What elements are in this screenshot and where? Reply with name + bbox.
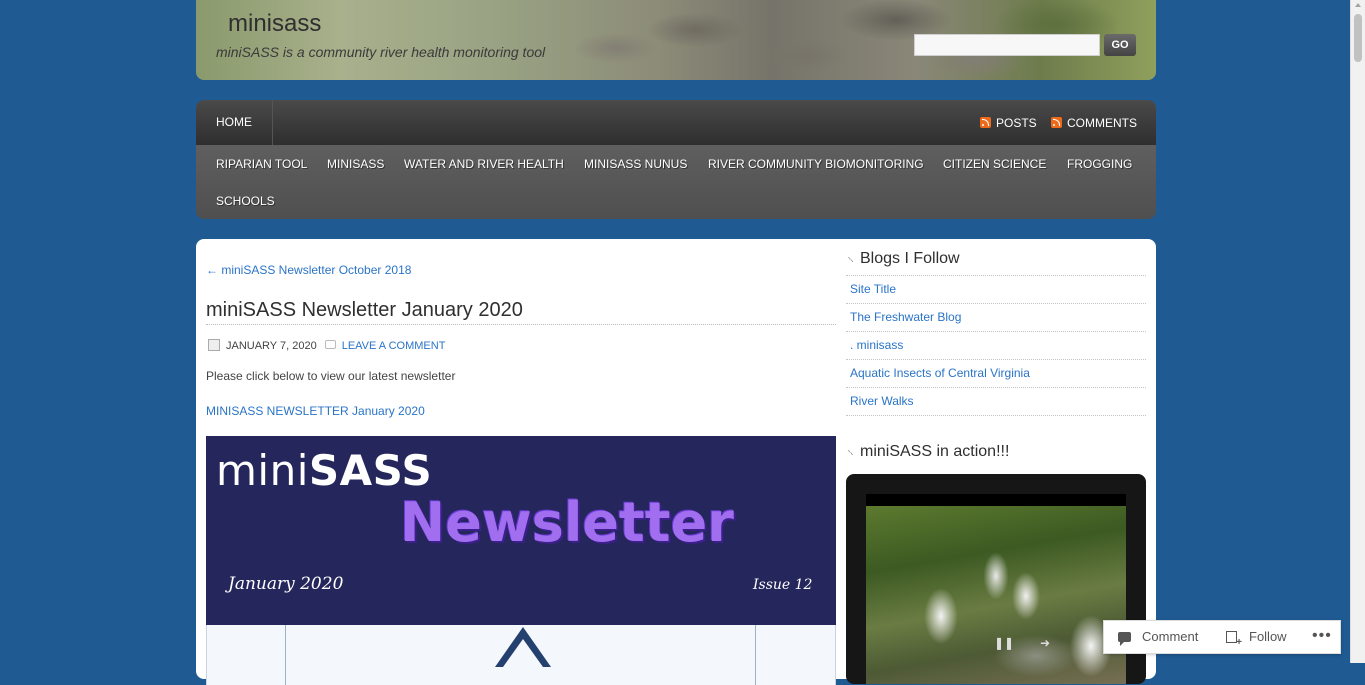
post-title: miniSASS Newsletter January 2020: [206, 299, 523, 321]
category-citizen-science[interactable]: CITIZEN SCIENCE: [943, 157, 1046, 171]
newsletter-cover-image[interactable]: miniSASS Newsletter January 2020 Issue 1…: [206, 436, 836, 625]
newsletter-column-line: [285, 625, 286, 685]
newsletter-logo-mini: mini: [216, 446, 309, 495]
post-date: JANUARY 7, 2020: [226, 340, 317, 352]
calendar-icon: [208, 339, 220, 351]
category-minisass[interactable]: MINISASS: [327, 157, 384, 171]
floating-action-bar: Comment Follow •••: [1103, 620, 1341, 654]
posts-feed-link[interactable]: POSTS: [980, 116, 1037, 130]
leave-comment-link[interactable]: LEAVE A COMMENT: [342, 340, 446, 352]
newsletter-link[interactable]: MINISASS NEWSLETTER January 2020: [206, 404, 425, 418]
category-riparian-tool[interactable]: RIPARIAN TOOL: [216, 157, 307, 171]
newsletter-date: January 2020: [228, 574, 344, 594]
scroll-up-arrow-icon[interactable]: [1355, 3, 1361, 7]
comment-button[interactable]: Comment: [1118, 629, 1199, 646]
title-divider: [206, 324, 836, 325]
comments-feed-label: COMMENTS: [1067, 116, 1137, 130]
category-minisass-nunus[interactable]: MINISASS NUNUS: [584, 157, 687, 171]
blog-item-site-title[interactable]: Site Title: [846, 275, 1146, 303]
site-title[interactable]: minisass: [228, 10, 321, 38]
category-frogging[interactable]: FROGGING: [1067, 157, 1132, 171]
blogs-list: Site Title The Freshwater Blog . minisas…: [846, 275, 1146, 416]
blog-item-aquatic-insects[interactable]: Aquatic Insects of Central Virginia: [846, 359, 1146, 387]
search-go-button[interactable]: GO: [1104, 34, 1136, 56]
video-thumbnail: [866, 506, 1126, 684]
widget-bullet-icon: [848, 450, 853, 455]
widget-bullet-icon: [848, 257, 853, 262]
share-icon[interactable]: ➜: [1040, 636, 1050, 650]
main-navigation: HOME POSTS COMMENTS RIPARIAN TOOL MINISA…: [196, 100, 1156, 219]
search-input[interactable]: [914, 34, 1100, 56]
content-panel: ← miniSASS Newsletter October 2018 miniS…: [196, 239, 1156, 685]
video-widget: ❚❚ ➜: [846, 474, 1146, 684]
newsletter-issue: Issue 12: [753, 577, 813, 593]
site-description: miniSASS is a community river health mon…: [216, 44, 546, 60]
nav-home[interactable]: HOME: [196, 100, 273, 145]
nav-top-bar: HOME POSTS COMMENTS: [196, 100, 1156, 145]
newsletter-word: Newsletter: [400, 491, 734, 554]
category-schools[interactable]: SCHOOLS: [216, 194, 275, 208]
post-meta: JANUARY 7, 2020 LEAVE A COMMENT: [208, 339, 445, 353]
category-river-community-biomonitoring[interactable]: RIVER COMMUNITY BIOMONITORING: [708, 157, 924, 171]
newsletter-logo-sass: SASS: [308, 446, 433, 495]
posts-feed-label: POSTS: [996, 116, 1037, 130]
more-options-icon[interactable]: •••: [1312, 627, 1332, 645]
rss-icon: [980, 117, 991, 128]
blogs-widget-title: Blogs I Follow: [860, 250, 960, 267]
video-player[interactable]: ❚❚ ➜: [866, 494, 1126, 684]
site-header: minisass miniSASS is a community river h…: [196, 0, 1156, 80]
category-menu: RIPARIAN TOOL MINISASS WATER AND RIVER H…: [196, 145, 1156, 219]
comments-feed-link[interactable]: COMMENTS: [1051, 116, 1137, 130]
video-widget-title: miniSASS in action!!!: [860, 443, 1010, 460]
page-scrollbar[interactable]: [1350, 0, 1365, 663]
blog-item-freshwater-blog[interactable]: The Freshwater Blog: [846, 303, 1146, 331]
follow-button[interactable]: Follow: [1226, 629, 1287, 648]
comment-icon: [1118, 632, 1131, 646]
scrollbar-thumb[interactable]: [1354, 14, 1362, 62]
blog-item-minisass[interactable]: . minisass: [846, 331, 1146, 359]
comment-button-label: Comment: [1142, 629, 1199, 644]
post-intro: Please click below to view our latest ne…: [206, 369, 456, 383]
newsletter-image-lower: [206, 625, 836, 685]
pause-icon[interactable]: ❚❚: [994, 636, 1014, 650]
previous-post-link[interactable]: ← miniSASS Newsletter October 2018: [206, 263, 411, 277]
category-water-river-health[interactable]: WATER AND RIVER HEALTH: [404, 157, 564, 171]
follow-icon: [1226, 631, 1242, 648]
follow-button-label: Follow: [1249, 629, 1287, 644]
blog-item-river-walks[interactable]: River Walks: [846, 387, 1146, 416]
newsletter-column-line: [755, 625, 756, 685]
rss-icon: [1051, 117, 1062, 128]
newsletter-logo: miniSASS: [216, 446, 432, 495]
comment-bubble-icon: [324, 340, 336, 349]
